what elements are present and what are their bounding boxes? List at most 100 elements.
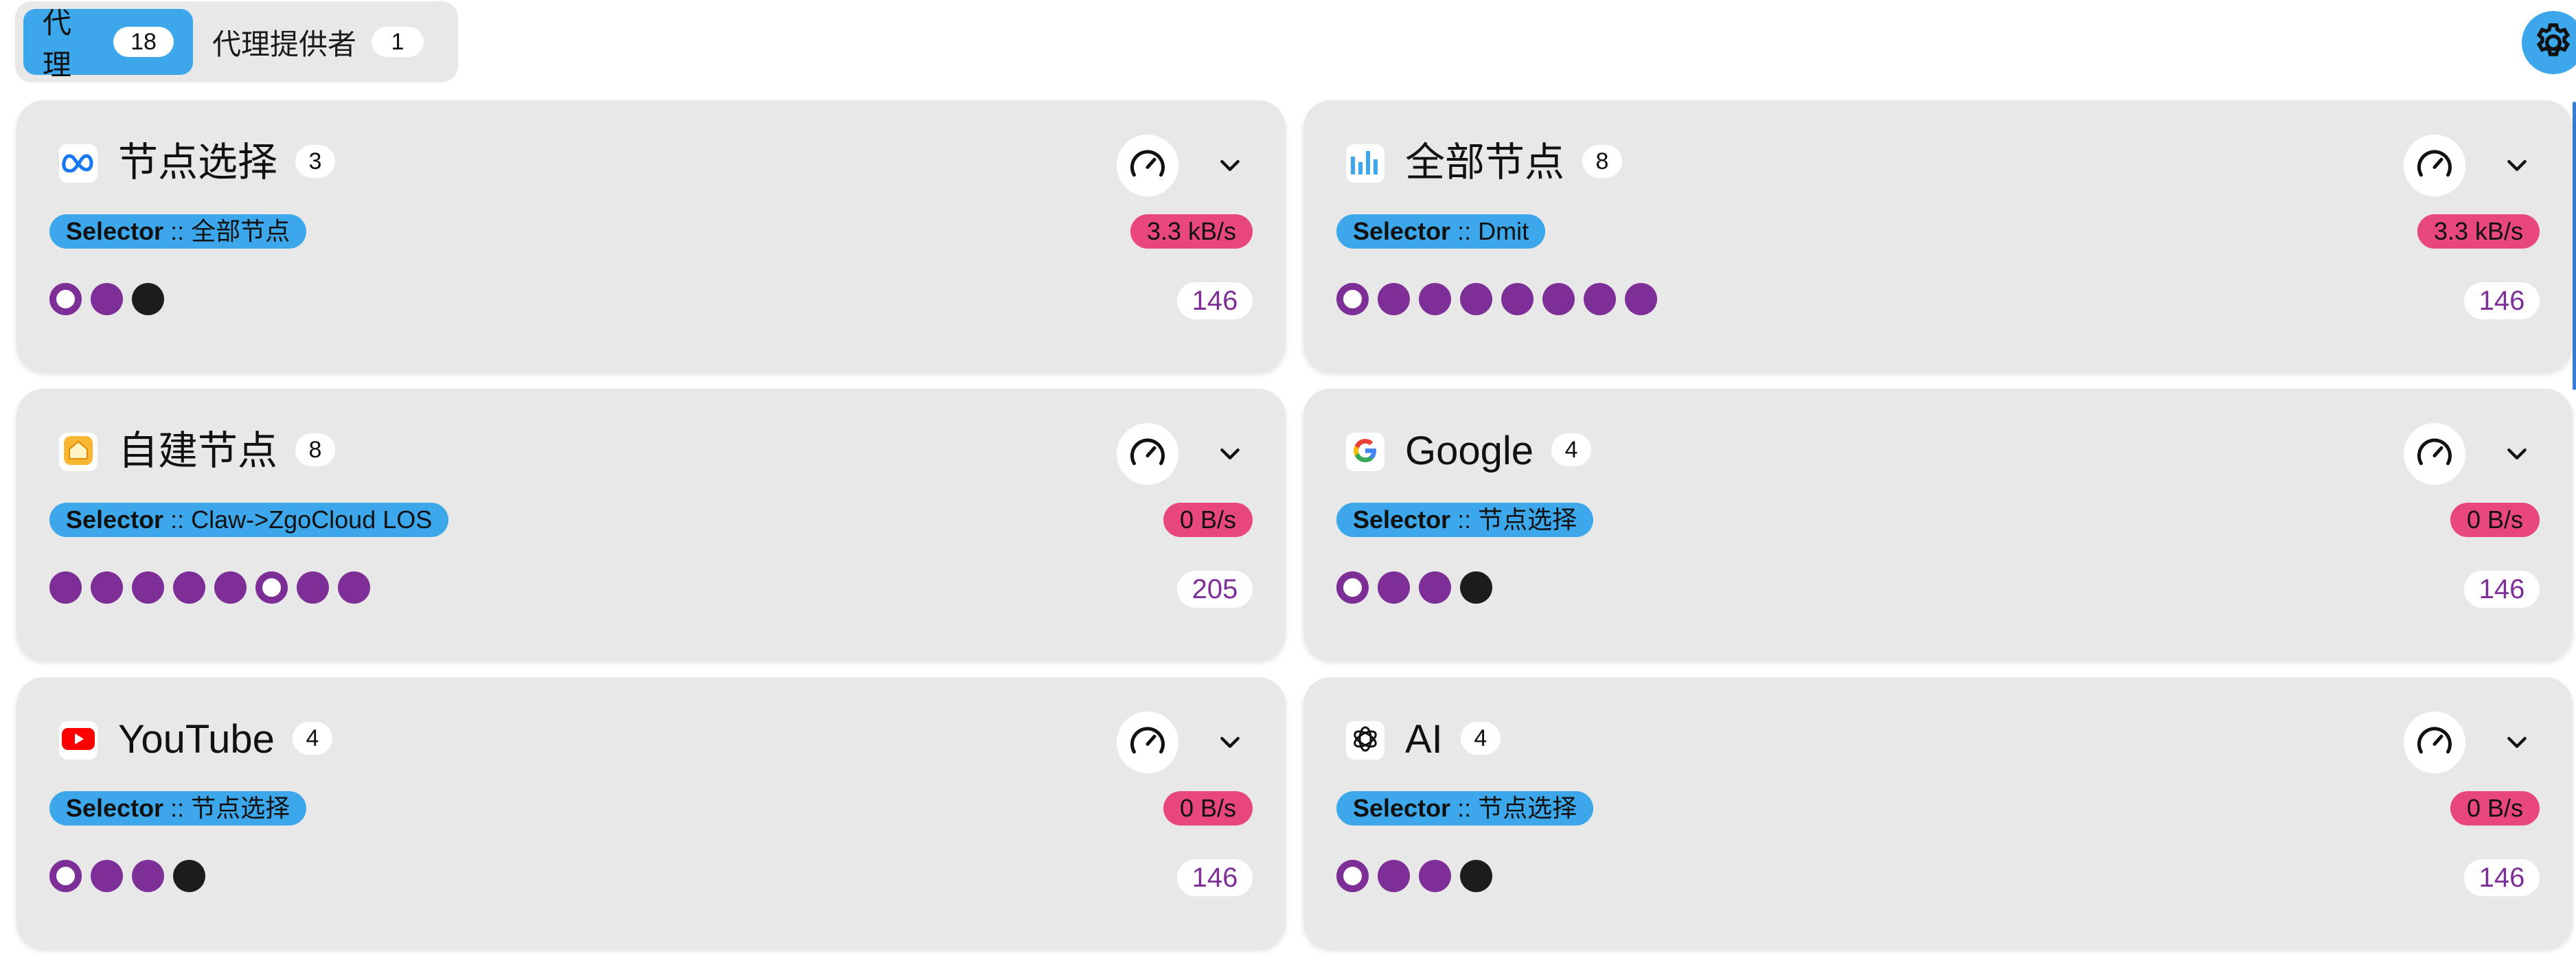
proxy-node-dot[interactable] — [173, 860, 205, 892]
group-type-badge: Selector :: 全部节点 — [49, 214, 307, 249]
openai-icon — [1349, 723, 1381, 758]
group-type: Selector — [1353, 217, 1451, 245]
proxy-node-dot[interactable] — [1336, 571, 1369, 604]
group-type-badge: Selector :: Claw->ZgoCloud LOS — [49, 503, 449, 537]
traffic-rate-badge: 0 B/s — [1163, 791, 1253, 826]
latency-test-button[interactable] — [2404, 135, 2465, 196]
proxy-node-dot[interactable] — [91, 571, 123, 604]
chevron-down-icon — [1220, 737, 1240, 748]
group-icon — [59, 721, 98, 760]
traffic-rate-badge: 0 B/s — [2450, 503, 2540, 537]
youtube-icon — [61, 727, 95, 755]
proxy-node-dot[interactable] — [297, 571, 329, 604]
group-title: AI 4 — [1405, 716, 1501, 764]
chevron-down-icon — [1220, 448, 1240, 459]
proxy-node-dot[interactable] — [49, 283, 82, 315]
latency-badge: 146 — [1177, 282, 1253, 319]
proxy-node-dot[interactable] — [132, 283, 164, 315]
group-node-count: 4 — [1551, 433, 1592, 466]
selector-separator: :: — [1450, 794, 1479, 822]
group-type: Selector — [66, 794, 164, 822]
proxy-node-dot[interactable] — [1378, 283, 1410, 315]
group-node-count: 3 — [295, 144, 336, 178]
traffic-rate-badge: 0 B/s — [2450, 791, 2540, 826]
speedometer-icon — [2417, 150, 2452, 177]
proxy-node-dot[interactable] — [173, 571, 205, 604]
group-node-count: 8 — [1582, 144, 1623, 178]
tab-providers-count: 1 — [372, 27, 424, 57]
proxy-group-card[interactable]: 全部节点 8 Selector :: Dmit 3.3 kB/s 146 — [1303, 100, 2573, 372]
tab-bar: 代理 18 代理提供者 1 — [15, 1, 458, 82]
proxy-node-dot[interactable] — [255, 571, 288, 604]
expand-button[interactable] — [1207, 720, 1253, 765]
proxy-node-dot[interactable] — [1378, 860, 1410, 892]
group-type-badge: Selector :: 节点选择 — [1336, 503, 1594, 537]
proxy-group-card[interactable]: AI 4 Selector :: 节点选择 0 B/s 146 — [1303, 677, 2573, 948]
proxy-group-card[interactable]: Google 4 Selector :: 节点选择 0 B/s 146 — [1303, 389, 2573, 660]
group-name: YouTube — [118, 717, 275, 762]
proxy-node-dot[interactable] — [1460, 860, 1492, 892]
group-type: Selector — [1353, 794, 1451, 822]
proxy-node-dot[interactable] — [132, 860, 164, 892]
tab-providers[interactable]: 代理提供者 1 — [193, 9, 443, 75]
proxy-node-dots — [1336, 283, 1657, 315]
expand-button[interactable] — [1207, 431, 1253, 477]
home-icon — [62, 435, 94, 470]
group-node-count: 4 — [292, 721, 332, 755]
proxy-node-dot[interactable] — [1542, 283, 1575, 315]
proxy-node-dot[interactable] — [214, 571, 247, 604]
proxy-node-dot[interactable] — [91, 283, 123, 315]
group-name: 自建节点 — [118, 429, 278, 473]
proxy-node-dot[interactable] — [1378, 571, 1410, 604]
traffic-rate-badge: 3.3 kB/s — [1130, 214, 1253, 249]
current-node: 节点选择 — [1478, 505, 1577, 534]
group-type-badge: Selector :: Dmit — [1336, 214, 1546, 249]
current-node: 节点选择 — [1478, 794, 1577, 822]
proxy-node-dot[interactable] — [338, 571, 370, 604]
latency-test-button[interactable] — [2404, 423, 2465, 485]
group-icon — [1346, 721, 1384, 760]
group-icon — [59, 433, 98, 471]
traffic-rate-badge: 3.3 kB/s — [2417, 214, 2540, 249]
proxy-node-dot[interactable] — [1419, 860, 1451, 892]
proxy-node-dot[interactable] — [1625, 283, 1657, 315]
latency-test-button[interactable] — [1117, 423, 1178, 485]
proxy-node-dot[interactable] — [1460, 571, 1492, 604]
scrollbar[interactable] — [2573, 102, 2576, 390]
expand-button[interactable] — [2494, 143, 2540, 188]
proxy-node-dot[interactable] — [1336, 283, 1369, 315]
group-icon — [1346, 144, 1384, 183]
group-node-count: 8 — [295, 433, 336, 466]
current-node: 全部节点 — [191, 217, 290, 245]
proxy-node-dot[interactable] — [91, 860, 123, 892]
proxy-group-card[interactable]: 节点选择 3 Selector :: 全部节点 3.3 kB/s 146 — [16, 100, 1286, 372]
latency-test-button[interactable] — [2404, 712, 2465, 773]
latency-test-button[interactable] — [1117, 712, 1178, 773]
latency-badge: 146 — [2464, 282, 2540, 319]
proxy-node-dot[interactable] — [1501, 283, 1534, 315]
proxy-node-dot[interactable] — [1419, 283, 1451, 315]
group-icon — [59, 144, 98, 183]
proxy-node-dot[interactable] — [49, 860, 82, 892]
proxy-node-dot[interactable] — [1336, 860, 1369, 892]
proxy-node-dots — [49, 571, 370, 604]
expand-button[interactable] — [1207, 143, 1253, 188]
settings-button[interactable] — [2522, 11, 2576, 74]
current-node: Claw->ZgoCloud LOS — [191, 505, 433, 534]
latency-test-button[interactable] — [1117, 135, 1178, 196]
tab-providers-label: 代理提供者 — [212, 27, 357, 60]
proxy-node-dot[interactable] — [1419, 571, 1451, 604]
expand-button[interactable] — [2494, 720, 2540, 765]
tab-proxies[interactable]: 代理 18 — [23, 7, 193, 81]
expand-button[interactable] — [2494, 431, 2540, 477]
proxy-node-dot[interactable] — [1460, 283, 1492, 315]
proxy-group-card[interactable]: 自建节点 8 Selector :: Claw->ZgoCloud LOS 0 B… — [16, 389, 1286, 660]
group-icon — [1346, 433, 1384, 471]
proxy-node-dot[interactable] — [49, 571, 82, 604]
proxy-node-dot[interactable] — [132, 571, 164, 604]
group-name: Google — [1405, 429, 1534, 473]
google-icon — [1350, 435, 1380, 469]
proxy-group-card[interactable]: YouTube 4 Selector :: 节点选择 0 B/s 146 — [16, 677, 1286, 948]
latency-badge: 146 — [1177, 859, 1253, 896]
proxy-node-dot[interactable] — [1584, 283, 1616, 315]
